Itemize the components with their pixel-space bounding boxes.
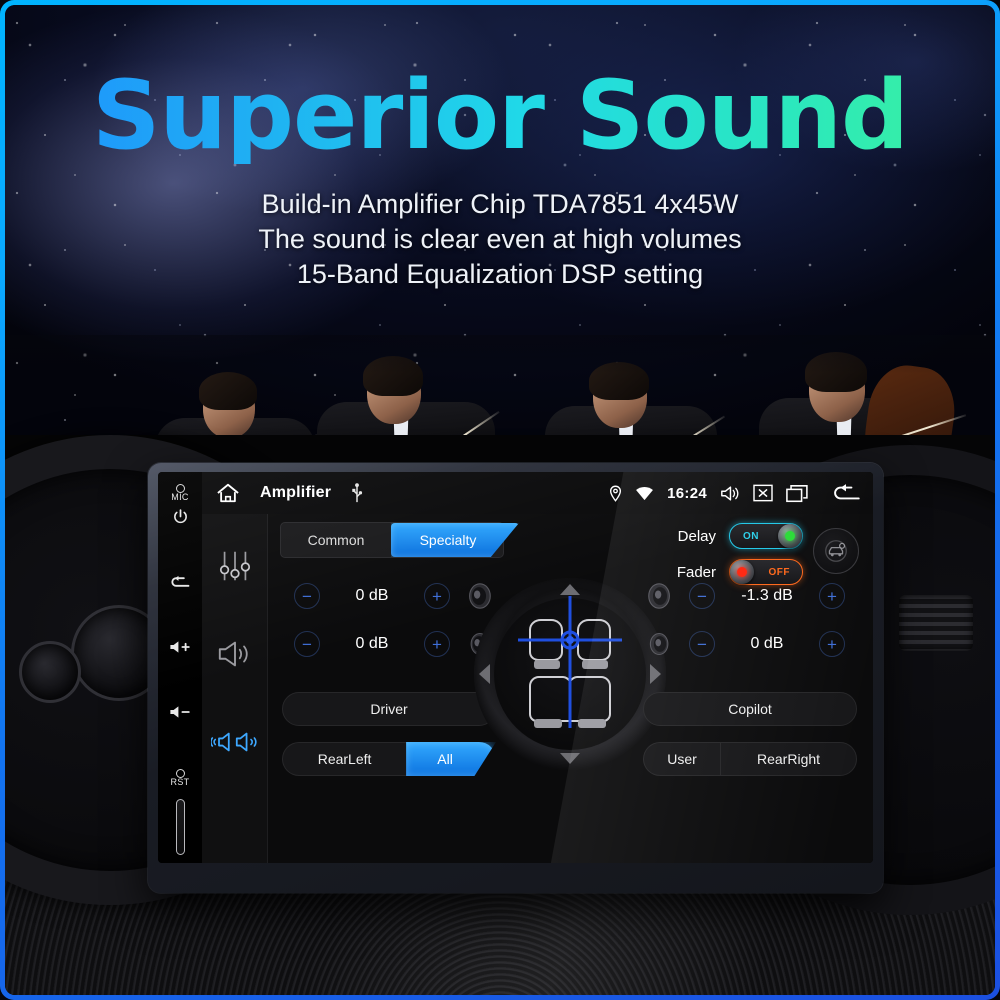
usb-icon <box>351 483 363 503</box>
app-title: Amplifier <box>260 484 332 501</box>
rear-left-increase-button[interactable]: + <box>423 631 450 657</box>
left-preset-row: RearLeft All <box>282 742 497 776</box>
hardware-key-rail: MIC RST <box>158 472 202 863</box>
car-head-unit: MIC RST Amplifier 16:24 Common Specialty… <box>148 463 883 893</box>
amplifier-app: Amplifier 16:24 Common Specialty Delay O… <box>202 472 873 863</box>
level-row-rear-right: − 0 dB + <box>643 624 857 664</box>
preset-rearright-button[interactable]: RearRight <box>720 742 857 776</box>
speaker-waves-icon <box>218 641 248 667</box>
volume-icon[interactable] <box>720 485 740 502</box>
front-right-increase-button[interactable]: + <box>819 583 845 609</box>
rear-left-value: 0 dB <box>355 635 389 652</box>
subhead-line-2: The sound is clear even at high volumes <box>258 224 742 254</box>
balance-control-grid: − 0 dB + − 0 dB + Driver RearLeft All − … <box>280 576 859 857</box>
hardware-mic-button[interactable]: MIC <box>171 484 188 502</box>
left-channel-column: − 0 dB + − 0 dB + Driver RearLeft All <box>282 576 497 776</box>
poster-subhead: Build-in Amplifier Chip TDA7851 4x45W Th… <box>5 187 995 292</box>
hardware-reset-button[interactable]: RST <box>171 769 190 787</box>
preset-copilot-button[interactable]: Copilot <box>643 692 857 726</box>
rear-left-decrease-button[interactable]: − <box>294 631 320 657</box>
hardware-volume-up-button[interactable] <box>168 639 192 655</box>
front-right-value: -1.3 dB <box>741 587 793 604</box>
hardware-back-button[interactable] <box>170 574 190 590</box>
mode-tab-group: Common Specialty <box>280 522 519 558</box>
poster: Superior Sound Build-in Amplifier Chip T… <box>0 0 1000 1000</box>
subhead-line-1: Build-in Amplifier Chip TDA7851 4x45W <box>261 189 739 219</box>
rear-right-speaker-icon <box>643 627 677 661</box>
rear-right-increase-button[interactable]: + <box>818 631 845 657</box>
fader-label: Fader <box>676 563 716 581</box>
fader-toggle[interactable]: OFF <box>729 559 803 585</box>
sidebar-item-equalizer[interactable] <box>211 544 259 588</box>
car-settings-button[interactable] <box>813 528 859 574</box>
home-icon[interactable] <box>216 482 240 504</box>
preset-driver-button[interactable]: Driver <box>282 692 496 726</box>
back-icon[interactable] <box>831 483 861 503</box>
close-box-icon[interactable] <box>753 484 773 502</box>
top-controls-row: Common Specialty Delay ON Fader OFF <box>280 522 859 585</box>
front-right-decrease-button[interactable]: − <box>689 583 715 609</box>
equalizer-sliders-icon <box>219 551 250 581</box>
right-channel-column: − -1.3 dB + − 0 dB + Copilot User RearRi… <box>643 576 857 776</box>
toggle-group: Delay ON Fader OFF <box>664 522 803 585</box>
status-bar: Amplifier 16:24 <box>202 472 873 514</box>
speaker-plus-icon <box>170 641 190 653</box>
preset-user-button[interactable]: User <box>643 742 721 776</box>
delay-state-text: ON <box>743 530 759 542</box>
front-left-increase-button[interactable]: + <box>423 583 450 609</box>
rear-right-value: 0 dB <box>750 635 784 652</box>
fader-state-text: OFF <box>768 566 790 578</box>
level-row-rear-left: − 0 dB + <box>282 624 496 664</box>
car-settings-icon <box>825 540 847 562</box>
recent-apps-icon[interactable] <box>786 484 808 503</box>
app-nav-rail <box>202 514 268 863</box>
rear-right-decrease-button[interactable]: − <box>689 631 715 657</box>
amplifier-content: Common Specialty Delay ON Fader OFF − 0 … <box>268 514 873 863</box>
dashboard-gauge-2 <box>19 641 81 703</box>
page-title: Superior Sound <box>5 69 995 164</box>
delay-toggle[interactable]: ON <box>729 523 803 549</box>
location-pin-icon <box>609 485 622 502</box>
rear-right-stepper: − 0 dB + <box>677 624 857 664</box>
fader-toggle-row: Fader OFF <box>664 559 803 585</box>
front-left-decrease-button[interactable]: − <box>294 583 320 609</box>
reset-label: RST <box>170 777 190 787</box>
delay-toggle-knob <box>778 524 802 548</box>
hardware-volume-down-button[interactable] <box>168 704 192 720</box>
tab-common[interactable]: Common <box>281 523 391 557</box>
power-icon <box>173 509 187 524</box>
delay-label: Delay <box>677 527 716 545</box>
mic-label: MIC <box>171 492 189 502</box>
front-left-stepper: − 0 dB + <box>282 576 462 616</box>
air-vent <box>899 595 973 651</box>
right-preset-row: User RearRight <box>643 742 857 776</box>
status-clock: 16:24 <box>667 484 707 502</box>
hardware-power-button[interactable] <box>172 508 189 525</box>
seat-position-pad[interactable] <box>473 578 666 770</box>
sidebar-item-volume[interactable] <box>211 632 259 676</box>
wifi-icon <box>635 486 654 501</box>
level-row-front-left: − 0 dB + <box>282 576 496 616</box>
subhead-line-3: 15-Band Equalization DSP setting <box>296 259 704 289</box>
preset-rearleft-button[interactable]: RearLeft <box>282 742 407 776</box>
balance-crosshair[interactable] <box>474 578 666 770</box>
tab-specialty[interactable]: Specialty <box>391 523 519 557</box>
fader-toggle-knob <box>730 560 754 584</box>
dual-speaker-balance-icon <box>210 732 257 752</box>
rear-left-stepper: − 0 dB + <box>282 624 462 664</box>
sd-card-slot <box>175 799 185 855</box>
back-arrow-icon <box>171 575 190 587</box>
poster-border-frame: Superior Sound Build-in Amplifier Chip T… <box>0 0 1000 1000</box>
speaker-minus-icon <box>170 706 190 718</box>
delay-toggle-row: Delay ON <box>664 523 803 549</box>
front-left-value: 0 dB <box>355 587 389 604</box>
sidebar-item-balance[interactable] <box>210 720 259 764</box>
